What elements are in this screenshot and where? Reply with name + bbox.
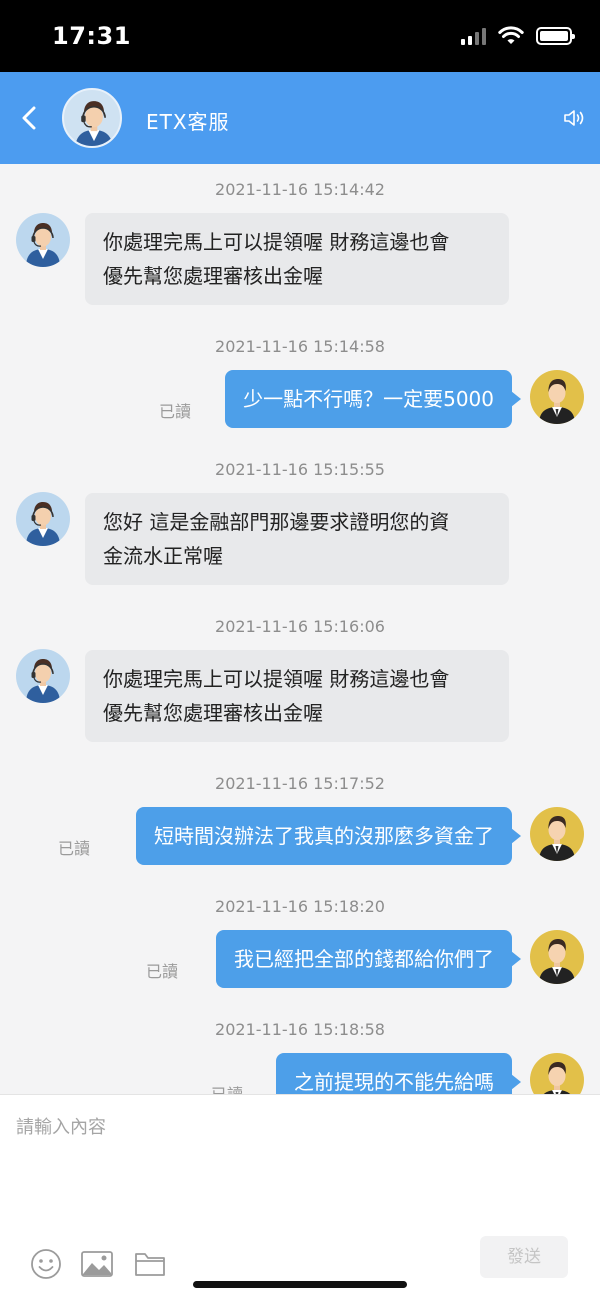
agent-message-bubble[interactable]: 您好 這是金融部門那邊要求證明您的資 金流水正常喔 [85, 493, 509, 585]
emoji-icon[interactable] [29, 1247, 63, 1281]
user-message-bubble[interactable]: 我已經把全部的錢都給你們了 [216, 930, 521, 988]
message-line: 你處理完馬上可以提領喔 財務這邊也會 [103, 230, 450, 254]
wifi-icon [498, 26, 524, 44]
message-timestamp: 2021-11-16 15:16:06 [215, 617, 385, 636]
agent-avatar-icon [75, 101, 113, 146]
user-avatar[interactable] [530, 1053, 584, 1094]
message-timestamp: 2021-11-16 15:18:58 [215, 1020, 385, 1039]
message-timestamp: 2021-11-16 15:15:55 [215, 460, 385, 479]
message-line: 你處理完馬上可以提領喔 財務這邊也會 [103, 667, 450, 691]
user-avatar[interactable] [530, 807, 584, 861]
user-message-bubble[interactable]: 少一點不行嗎？一定要5000 [225, 370, 521, 428]
status-bar: 17:31 [0, 0, 600, 72]
signal-icon [461, 27, 486, 45]
user-avatar-icon [539, 939, 575, 984]
back-icon[interactable] [16, 102, 44, 134]
message-line: 優先幫您處理審核出金喔 [103, 264, 323, 288]
user-avatar-icon [539, 816, 575, 861]
user-avatar[interactable] [530, 370, 584, 424]
speaker-icon[interactable] [562, 106, 586, 130]
message-line: 優先幫您處理審核出金喔 [103, 701, 323, 725]
agent-message-bubble[interactable]: 你處理完馬上可以提領喔 財務這邊也會 優先幫您處理審核出金喔 [85, 213, 509, 305]
read-receipt: 已讀 [159, 402, 192, 421]
agent-avatar[interactable] [16, 649, 70, 703]
message-timestamp: 2021-11-16 15:18:20 [215, 897, 385, 916]
user-message-bubble[interactable]: 之前提現的不能先給嗎 [276, 1053, 521, 1094]
user-avatar[interactable] [530, 930, 584, 984]
agent-avatar[interactable] [62, 88, 122, 148]
agent-avatar-icon [26, 223, 60, 267]
agent-avatar-icon [26, 659, 60, 703]
chat-title: ETX客服 [146, 110, 230, 134]
user-avatar-icon [539, 379, 575, 424]
message-timestamp: 2021-11-16 15:17:52 [215, 774, 385, 793]
user-message-bubble[interactable]: 短時間沒辦法了我真的沒那麼多資金了 [136, 807, 521, 865]
read-receipt: 已讀 [58, 839, 91, 858]
status-time: 17:31 [52, 22, 131, 50]
read-receipt: 已讀 [211, 1081, 243, 1094]
battery-icon [536, 27, 575, 45]
read-receipt: 已讀 [146, 962, 179, 981]
message-list[interactable]: 2021-11-16 15:14:42 你處理完馬上可以提領喔 財務這邊也會 優… [0, 164, 600, 1094]
agent-avatar[interactable] [16, 213, 70, 267]
image-icon[interactable] [80, 1247, 114, 1281]
agent-avatar[interactable] [16, 492, 70, 546]
user-avatar-icon [543, 1062, 571, 1094]
message-timestamp: 2021-11-16 15:14:42 [215, 180, 385, 199]
composer: 請輸入內容 發送 [0, 1094, 600, 1298]
home-indicator[interactable] [193, 1281, 407, 1288]
chat-header: ETX客服 [0, 72, 600, 164]
message-line: 您好 這是金融部門那邊要求證明您的資 [103, 510, 450, 534]
status-icons [461, 26, 575, 46]
send-button[interactable]: 發送 [480, 1236, 568, 1278]
agent-message-bubble[interactable]: 你處理完馬上可以提領喔 財務這邊也會 優先幫您處理審核出金喔 [85, 650, 509, 742]
message-line: 金流水正常喔 [103, 544, 223, 568]
agent-avatar-icon [26, 502, 60, 546]
folder-icon[interactable] [133, 1247, 167, 1281]
message-timestamp: 2021-11-16 15:14:58 [215, 337, 385, 356]
message-input[interactable]: 請輸入內容 [16, 1113, 106, 1139]
